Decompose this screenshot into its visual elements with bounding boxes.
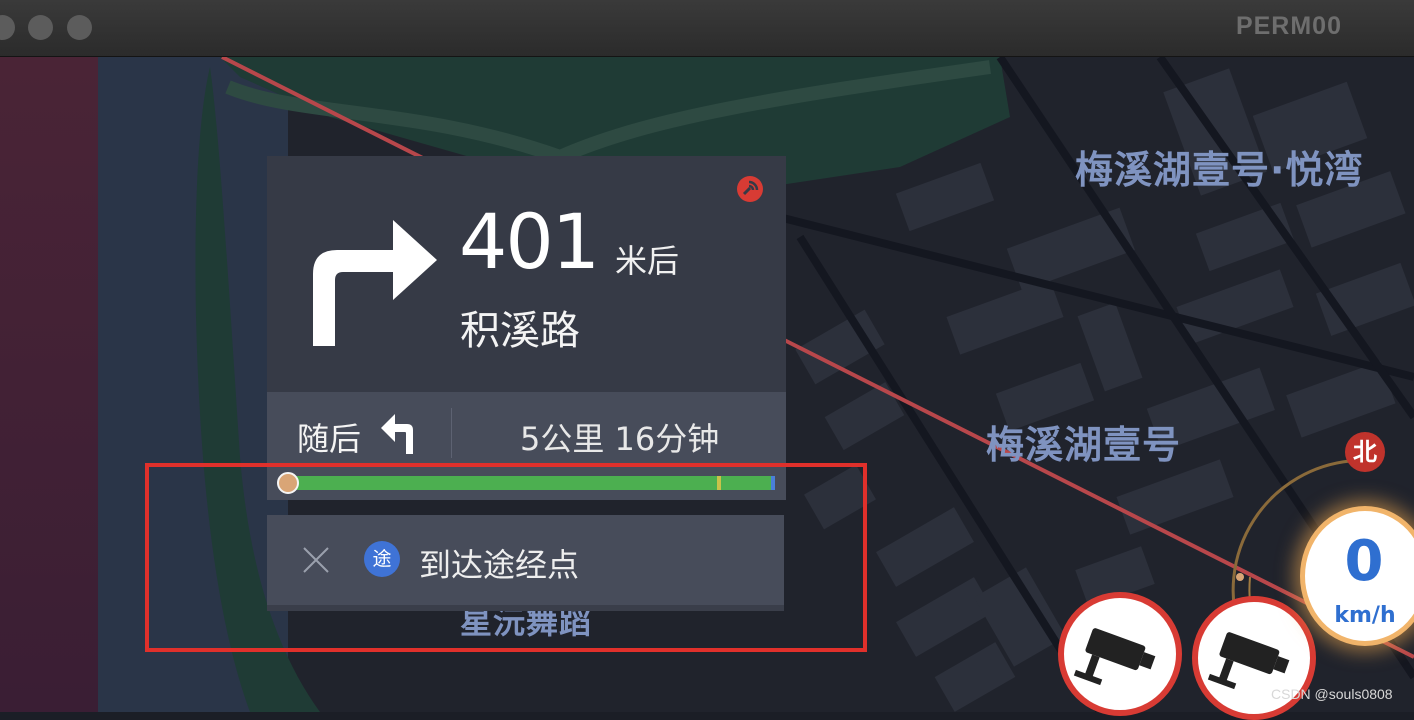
next-maneuver-label: 随后 [297,420,362,458]
minimize-window-button[interactable] [28,15,53,40]
turn-right-arrow-icon [313,220,437,346]
map-label-poi[interactable]: 梅溪湖壹号·悦湾 [1075,139,1363,194]
speed-camera-badge [1058,592,1182,716]
map-label-poi[interactable]: 梅溪湖壹号 [986,414,1181,469]
satellite-signal-icon [737,176,763,202]
zoom-window-button[interactable] [67,15,92,40]
maneuver-card[interactable]: 401 米后 积溪路 [267,156,786,392]
highlight-annotation-box [145,463,867,652]
watermark: CSDN @souls0808 [1271,686,1393,702]
remaining-distance-time: 5公里 16分钟 [520,420,720,458]
next-maneuver-row[interactable]: 随后 5公里 16分钟 [267,392,786,470]
speedometer: 0 km/h [1300,506,1414,646]
compass-north-button[interactable]: 北 [1345,432,1385,472]
turn-left-arrow-icon [381,414,413,454]
maneuver-distance: 401 [459,197,600,286]
window-titlebar: PERM00 [0,0,1414,57]
speed-unit: km/h [1334,603,1396,628]
maneuver-road-name: 积溪路 [460,308,580,354]
traffic-camera-icon [1073,628,1156,686]
speed-value: 0 [1344,529,1384,594]
close-window-button[interactable] [0,15,15,40]
window-title: PERM00 [1235,12,1342,40]
maneuver-distance-unit: 米后 [615,242,680,280]
divider [451,408,452,458]
